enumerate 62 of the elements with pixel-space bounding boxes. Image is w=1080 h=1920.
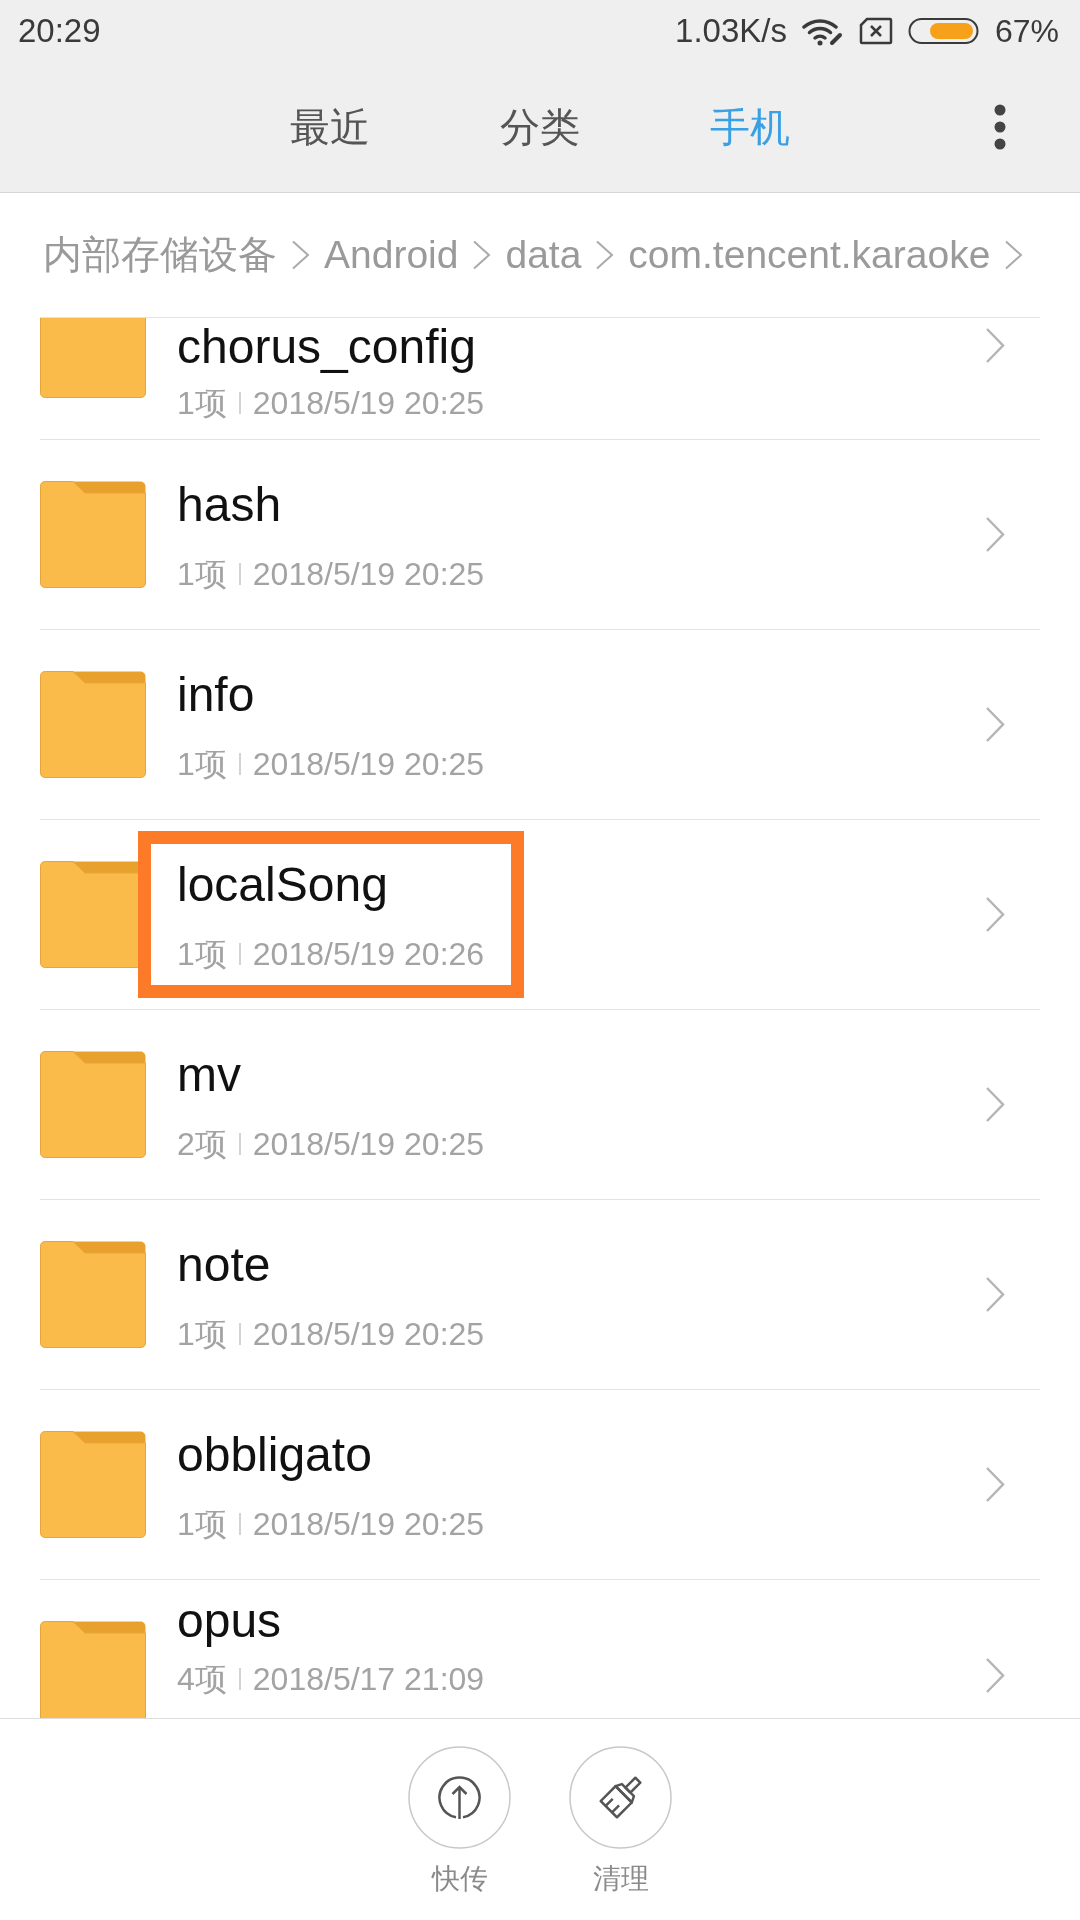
tab[interactable]: 手机 [645, 89, 855, 165]
item-count: 1项 [177, 555, 227, 593]
folder-icon [40, 1431, 146, 1538]
folder-icon [40, 318, 146, 398]
chevron-right-icon [985, 896, 1005, 933]
battery-icon [907, 17, 980, 45]
item-count: 2项 [177, 1125, 227, 1163]
item-count: 1项 [177, 1315, 227, 1353]
status-time: 20:29 [18, 12, 101, 50]
breadcrumb-item[interactable]: com.tencent.karaoke [628, 233, 991, 277]
modified-date: 2018/5/19 20:25 [252, 555, 485, 593]
folder-icon [40, 1241, 146, 1348]
chevron-right-icon [985, 706, 1005, 743]
upload-icon [408, 1746, 511, 1849]
folder-name: note [177, 1237, 272, 1293]
modified-date: 2018/5/19 20:25 [252, 1505, 485, 1543]
chevron-right-icon [985, 516, 1005, 553]
folder-name: mv [177, 1047, 242, 1103]
clean-button[interactable]: 清理 [569, 1746, 672, 1896]
item-count: 4项 [177, 1660, 227, 1698]
breadcrumb-item[interactable]: Android [324, 233, 459, 277]
breadcrumb-item[interactable]: 内部存储设备 [43, 228, 277, 282]
folder-icon [40, 671, 146, 778]
modified-date: 2018/5/19 20:25 [252, 1315, 485, 1353]
chevron-right-icon [985, 1657, 1005, 1694]
chevron-right-icon [472, 240, 492, 270]
more-icon [994, 104, 1006, 150]
item-count: 1项 [177, 935, 227, 973]
folder-name: localSong [177, 857, 389, 913]
battery-percent: 67% [994, 12, 1059, 50]
network-speed: 1.03K/s [675, 12, 787, 50]
quick-transfer-button[interactable]: 快传 [408, 1746, 511, 1896]
folder-icon [40, 481, 146, 588]
folder-name: chorus_config [177, 319, 477, 375]
chevron-right-icon [595, 240, 615, 270]
modified-date: 2018/5/19 20:25 [252, 1125, 485, 1163]
chevron-right-icon [1004, 240, 1024, 270]
modified-date: 2018/5/19 20:25 [252, 384, 485, 422]
tab[interactable]: 最近 [225, 89, 435, 165]
item-count: 1项 [177, 384, 227, 422]
folder-name: info [177, 667, 256, 723]
more-button[interactable] [994, 104, 1006, 150]
tab[interactable]: 分类 [435, 89, 645, 165]
breadcrumb-item[interactable]: data [505, 233, 582, 277]
no-sim-icon [858, 17, 893, 45]
folder-name: opus [177, 1593, 283, 1649]
wifi-icon [801, 16, 844, 46]
chevron-right-icon [985, 1466, 1005, 1503]
folder-icon [40, 1621, 146, 1718]
brush-icon [569, 1746, 672, 1849]
chevron-right-icon [985, 1086, 1005, 1123]
chevron-right-icon [985, 1276, 1005, 1313]
item-count: 1项 [177, 745, 227, 783]
chevron-right-icon [985, 327, 1005, 364]
item-count: 1项 [177, 1505, 227, 1543]
folder-name: hash [177, 477, 283, 533]
modified-date: 2018/5/19 20:26 [252, 935, 485, 973]
modified-date: 2018/5/19 20:25 [252, 745, 485, 783]
chevron-right-icon [291, 240, 310, 270]
folder-icon [40, 1051, 146, 1158]
modified-date: 2018/5/17 21:09 [252, 1660, 485, 1698]
folder-name: obbligato [177, 1427, 373, 1483]
